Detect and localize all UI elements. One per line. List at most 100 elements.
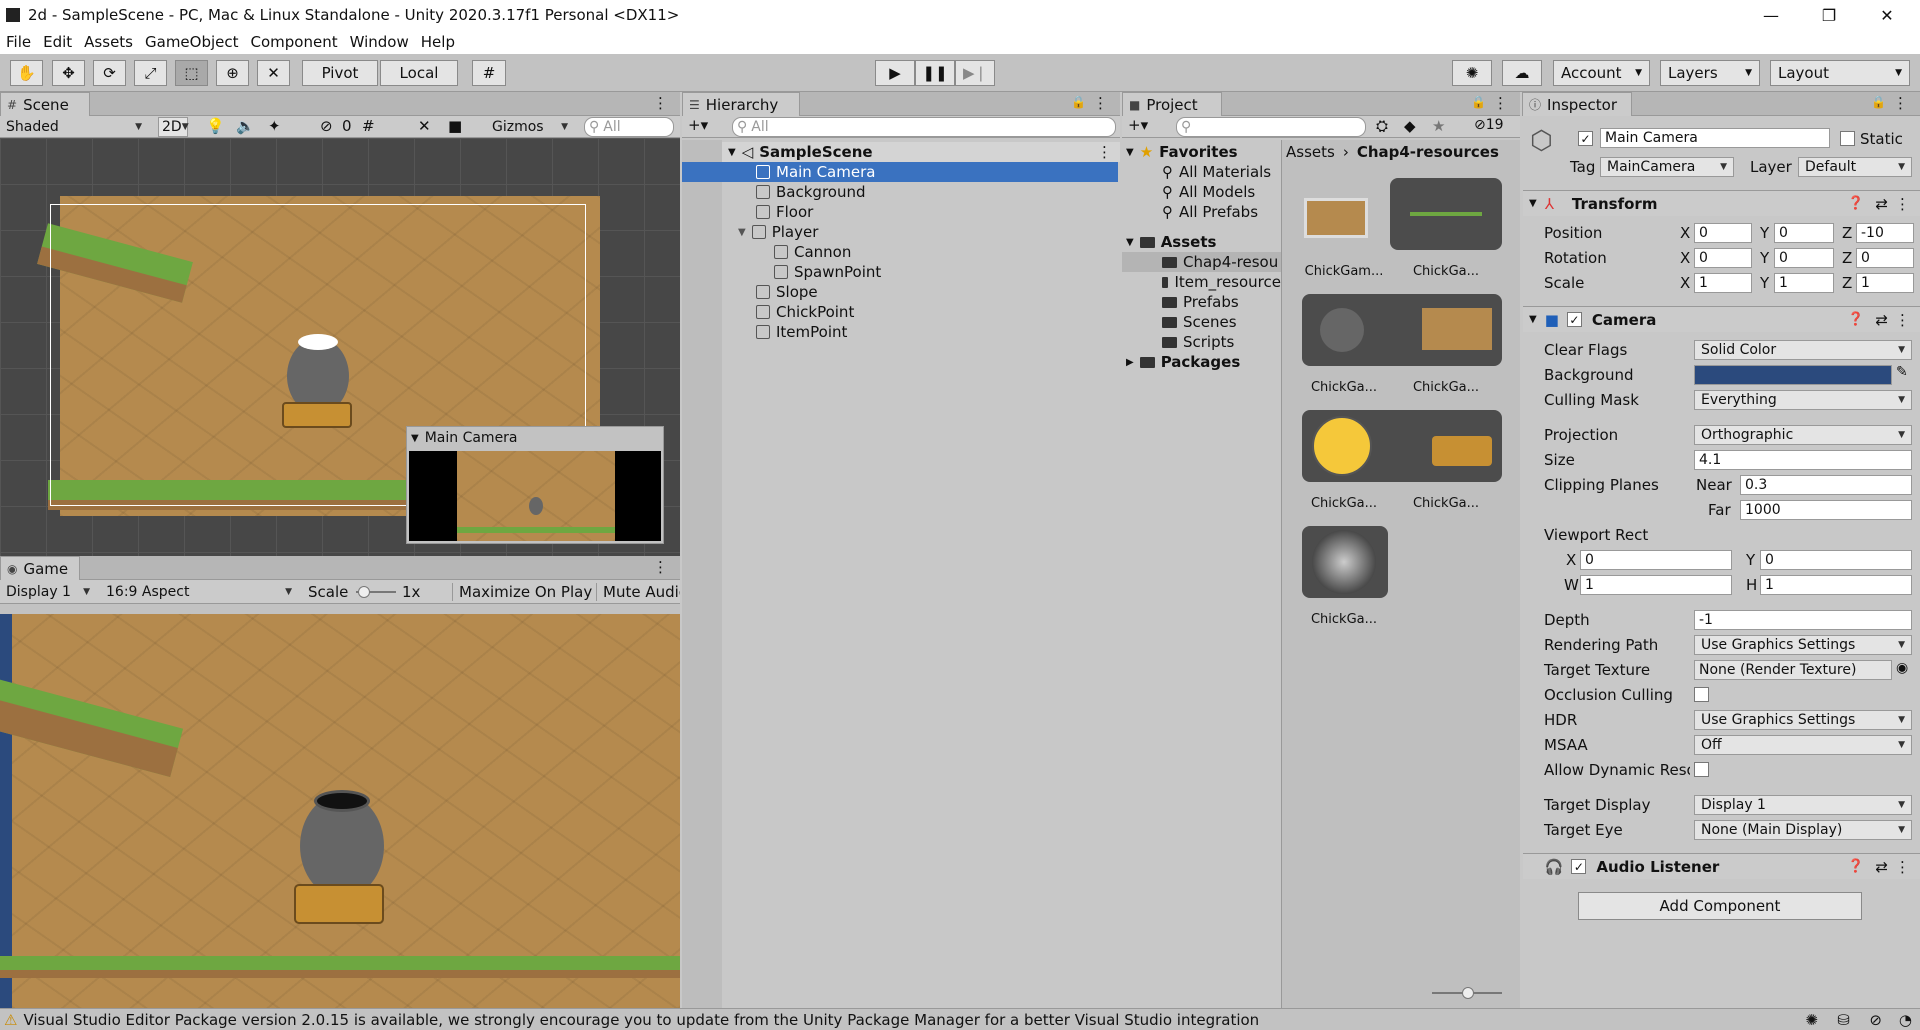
rotation-y-input[interactable]: 0: [1774, 248, 1834, 268]
viewport-x-input[interactable]: 0: [1580, 550, 1732, 570]
tab-hierarchy[interactable]: ☰ Hierarchy: [682, 92, 800, 116]
minimize-button[interactable]: —: [1742, 0, 1800, 30]
position-z-input[interactable]: -10: [1856, 223, 1914, 243]
near-input[interactable]: 0.3: [1740, 475, 1912, 495]
rendering-path-dropdown[interactable]: Use Graphics Settings: [1694, 635, 1912, 655]
tab-game[interactable]: ◉ Game: [0, 556, 80, 580]
hierarchy-item-cannon[interactable]: Cannon: [774, 242, 851, 262]
breadcrumb-assets[interactable]: Assets: [1286, 143, 1335, 161]
shading-mode-dropdown[interactable]: Shaded: [0, 117, 148, 137]
maximize-button[interactable]: ❐: [1800, 0, 1858, 30]
hidden-objects-icon[interactable]: ⊘: [320, 117, 333, 135]
tools-icon[interactable]: ✕: [418, 117, 431, 135]
status-message[interactable]: Visual Studio Editor Package version 2.0…: [23, 1011, 1259, 1029]
rect-tool-icon[interactable]: ⬚: [175, 60, 208, 86]
menu-help[interactable]: Help: [421, 33, 455, 51]
culling-mask-dropdown[interactable]: Everything: [1694, 390, 1912, 410]
occlusion-culling-checkbox[interactable]: [1694, 687, 1709, 702]
breadcrumb-chap4[interactable]: Chap4-resources: [1357, 143, 1499, 161]
favorites-folder[interactable]: ▼ ★ Favorites: [1126, 142, 1238, 162]
menu-gameobject[interactable]: GameObject: [145, 33, 239, 51]
assets-folder[interactable]: ▼ Assets: [1126, 232, 1216, 252]
target-texture-field[interactable]: None (Render Texture): [1694, 660, 1892, 680]
grid-snap-icon[interactable]: #: [472, 60, 506, 86]
project-search-input[interactable]: ⚲: [1176, 117, 1366, 137]
lock-icon[interactable]: 🔒: [1871, 95, 1886, 109]
viewport-h-input[interactable]: 1: [1760, 575, 1912, 595]
rotation-z-input[interactable]: 0: [1856, 248, 1914, 268]
position-x-input[interactable]: 0: [1694, 223, 1752, 243]
folder-item-resource[interactable]: Item_resource: [1162, 272, 1281, 292]
hdr-dropdown[interactable]: Use Graphics Settings: [1694, 710, 1912, 730]
tab-scene[interactable]: # Scene: [0, 92, 90, 116]
panel-menu-icon[interactable]: ⋮: [1893, 94, 1908, 112]
background-color-swatch[interactable]: [1694, 365, 1892, 385]
scene-view[interactable]: ▼ Main Camera: [0, 138, 680, 556]
folder-scripts[interactable]: Scripts: [1162, 332, 1234, 352]
move-tool-icon[interactable]: ✥: [52, 60, 85, 86]
scene-row[interactable]: ▼ ◁ SampleScene ⋮: [722, 142, 1120, 162]
scale-y-input[interactable]: 1: [1774, 273, 1834, 293]
viewport-w-input[interactable]: 1: [1580, 575, 1732, 595]
cache-icon[interactable]: ⛁: [1837, 1011, 1850, 1029]
hierarchy-item-player[interactable]: ▼ Player: [738, 222, 818, 242]
scale-x-input[interactable]: 1: [1694, 273, 1752, 293]
mode-2d-toggle[interactable]: 2D: [158, 117, 188, 137]
layers-dropdown[interactable]: Layers ▼: [1660, 60, 1760, 86]
help-icon[interactable]: ❓: [1848, 312, 1864, 327]
projection-dropdown[interactable]: Orthographic: [1694, 425, 1912, 445]
play-button[interactable]: ▶: [875, 60, 915, 86]
maximize-on-play-toggle[interactable]: Maximize On Play: [452, 583, 592, 601]
transform-component-header[interactable]: ▼ ⅄ Transform ❓ ⇄ ⋮: [1523, 190, 1920, 216]
scene-search-input[interactable]: ⚲ All: [584, 117, 674, 137]
menu-file[interactable]: File: [6, 33, 31, 51]
target-display-dropdown[interactable]: Display 1: [1694, 795, 1912, 815]
hierarchy-item-slope[interactable]: Slope: [756, 282, 818, 302]
tab-project[interactable]: ■ Project: [1122, 92, 1222, 116]
position-y-input[interactable]: 0: [1774, 223, 1834, 243]
asset-thumb[interactable]: [1302, 184, 1388, 256]
hierarchy-search-input[interactable]: ⚲ All: [732, 117, 1116, 137]
layout-dropdown[interactable]: Layout ▼: [1770, 60, 1910, 86]
msaa-dropdown[interactable]: Off: [1694, 735, 1912, 755]
menu-edit[interactable]: Edit: [43, 33, 72, 51]
effects-icon[interactable]: ✦: [268, 117, 281, 135]
tag-dropdown[interactable]: MainCamera: [1600, 157, 1734, 177]
hierarchy-item-floor[interactable]: Floor: [756, 202, 813, 222]
help-icon[interactable]: ❓: [1848, 859, 1864, 874]
search-by-type-icon[interactable]: ⛭: [1376, 117, 1388, 135]
account-dropdown[interactable]: Account ▼: [1553, 60, 1650, 86]
hierarchy-item-spawnpoint[interactable]: SpawnPoint: [774, 262, 881, 282]
hierarchy-item-chickpoint[interactable]: ChickPoint: [756, 302, 854, 322]
depth-input[interactable]: -1: [1694, 610, 1912, 630]
asset-thumb[interactable]: [1390, 178, 1502, 250]
scale-tool-icon[interactable]: ⤢: [134, 60, 167, 86]
thumbnail-size-handle[interactable]: [1462, 987, 1474, 999]
create-dropdown[interactable]: +▾: [1128, 116, 1148, 134]
cloud-icon[interactable]: ☁: [1502, 60, 1542, 86]
camera-icon[interactable]: ■: [448, 117, 462, 135]
scale-slider-handle[interactable]: [358, 586, 370, 598]
scale-z-input[interactable]: 1: [1856, 273, 1914, 293]
allow-dynamic-resolution-checkbox[interactable]: [1694, 762, 1709, 777]
scene-menu-icon[interactable]: ⋮: [1097, 143, 1112, 161]
rotate-tool-icon[interactable]: ⟳: [93, 60, 126, 86]
viewport-y-input[interactable]: 0: [1760, 550, 1912, 570]
asset-thumb[interactable]: [1302, 410, 1502, 482]
collab-icon[interactable]: ✺: [1452, 60, 1492, 86]
presets-icon[interactable]: ⇄: [1875, 858, 1888, 876]
asset-thumb[interactable]: [1302, 526, 1388, 598]
audio-listener-enabled-checkbox[interactable]: ✓: [1571, 859, 1587, 874]
hierarchy-item-main-camera[interactable]: Main Camera: [682, 162, 1118, 182]
static-checkbox[interactable]: [1840, 131, 1855, 146]
hierarchy-item-itempoint[interactable]: ItemPoint: [756, 322, 847, 342]
game-view[interactable]: [0, 614, 680, 1008]
star-icon[interactable]: ★: [1432, 117, 1445, 135]
panel-menu-icon[interactable]: ⋮: [1093, 94, 1108, 112]
folder-scenes[interactable]: Scenes: [1162, 312, 1237, 332]
panel-menu-icon[interactable]: ⋮: [653, 94, 668, 112]
size-input[interactable]: 4.1: [1694, 450, 1912, 470]
auto-generate-lighting-icon[interactable]: ⊘: [1869, 1011, 1882, 1029]
panel-menu-icon[interactable]: ⋮: [1493, 94, 1508, 112]
debug-icon[interactable]: ✺: [1805, 1011, 1818, 1029]
